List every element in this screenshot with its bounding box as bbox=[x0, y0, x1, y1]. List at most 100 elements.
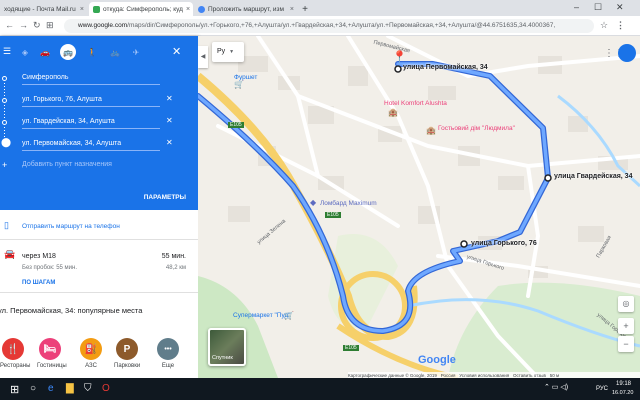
poi-supermarket-pud[interactable]: Супермаркет "Пуд" bbox=[233, 312, 291, 319]
hotel-icon[interactable]: 🏨 bbox=[388, 108, 398, 117]
flight-mode-icon[interactable]: ✈ bbox=[128, 44, 144, 60]
remove-waypoint-icon[interactable]: ✕ bbox=[166, 116, 173, 125]
remove-waypoint-icon[interactable]: ✕ bbox=[166, 138, 173, 147]
apps-grid-icon[interactable]: ⊞ bbox=[46, 20, 54, 31]
chevron-down-icon: ▼ bbox=[229, 49, 235, 55]
language-selector[interactable]: Ру ▼ bbox=[212, 42, 244, 62]
send-to-phone-row[interactable]: ▯ Отправить маршрут на телефон bbox=[0, 210, 198, 240]
start-icon[interactable]: ⊞ bbox=[10, 383, 19, 396]
browser-tab-mail[interactable]: ходящие - Почта Mail.ru × bbox=[0, 2, 88, 16]
tab-title: откуда: Симферополь; куд bbox=[103, 5, 183, 13]
parking-icon: P bbox=[116, 338, 138, 360]
clock-time[interactable]: 19:18 bbox=[616, 381, 631, 387]
send-to-phone-link[interactable]: Отправить маршрут на телефон bbox=[22, 223, 120, 230]
road-badge: Е105 bbox=[325, 212, 341, 218]
close-window-icon[interactable]: ✕ bbox=[616, 2, 624, 13]
close-icon[interactable]: × bbox=[77, 6, 84, 13]
url-host: www.google.com bbox=[78, 22, 128, 29]
bed-icon: 🛏 bbox=[39, 338, 61, 360]
parameters-button[interactable]: ПАРАМЕТРЫ bbox=[144, 194, 186, 201]
close-icon[interactable]: ✕ bbox=[172, 45, 181, 58]
pin-label-gorkogo[interactable]: улица Горького, 76 bbox=[471, 240, 537, 247]
zoom-out-button[interactable]: − bbox=[618, 336, 634, 352]
pawnshop-icon[interactable]: ◆ bbox=[310, 198, 316, 207]
my-location-icon[interactable]: ◎ bbox=[618, 296, 634, 312]
search-icon[interactable]: ○ bbox=[30, 383, 36, 394]
add-destination-button[interactable]: Добавить пункт назначения bbox=[22, 161, 160, 171]
star-icon[interactable]: ☆ bbox=[600, 20, 608, 31]
category-hotels[interactable]: 🛏 Гостиницы bbox=[37, 338, 67, 369]
waypoint-dot-icon bbox=[2, 120, 7, 125]
popular-places-section: ул. Первомайская, 34: популярные места 🍴… bbox=[0, 294, 198, 378]
category-more[interactable]: ••• Еще bbox=[155, 338, 181, 369]
car-mode-icon[interactable]: 🚗 bbox=[37, 44, 53, 60]
forward-icon[interactable]: → bbox=[19, 20, 28, 30]
folder-icon[interactable]: ▇ bbox=[66, 383, 74, 394]
poi-lombard[interactable]: Ломбард Maximum bbox=[320, 200, 377, 207]
tray-icons[interactable]: ⌃ ▭ ◁) bbox=[544, 383, 568, 391]
maximize-icon[interactable]: ☐ bbox=[594, 2, 602, 13]
waypoint-input-origin[interactable]: Симферополь bbox=[22, 74, 160, 85]
waypoint-input-2[interactable]: ул. Горького, 76, Алушта bbox=[22, 96, 160, 107]
shopping-cart-icon[interactable]: 🛒 bbox=[284, 311, 294, 320]
collapse-panel-button[interactable]: ◀ bbox=[198, 46, 208, 68]
best-route-mode-icon[interactable]: ◈ bbox=[17, 44, 33, 60]
tab-title: ходящие - Почта Mail.ru bbox=[4, 5, 76, 13]
add-icon[interactable]: + bbox=[2, 160, 7, 170]
road-badge: Е105 bbox=[228, 122, 244, 128]
category-gas-stations[interactable]: ⛽ АЗС bbox=[78, 338, 104, 369]
route-via: через М18 bbox=[22, 253, 56, 260]
store-icon[interactable]: ⛉ bbox=[84, 383, 92, 394]
browser-tab-maps[interactable]: откуда: Симферополь; куд × bbox=[89, 2, 193, 16]
poi-hotel-komfort[interactable]: Hotel Komfort Alushta bbox=[384, 100, 447, 107]
route-traffic-note: Без пробок: 55 мин. bbox=[22, 265, 78, 271]
walk-mode-icon[interactable]: 🚶 bbox=[84, 44, 100, 60]
satellite-toggle[interactable]: Спутник bbox=[208, 328, 246, 366]
browser-menu-icon[interactable]: ⋮ bbox=[616, 20, 625, 31]
address-bar[interactable]: www.google.com/maps/dir/Симферополь/ул.+… bbox=[64, 19, 594, 33]
step-by-step-link[interactable]: ПО ШАГАМ bbox=[22, 280, 55, 286]
poi-furshet[interactable]: Фуршет bbox=[234, 74, 257, 81]
category-label: Гостиницы bbox=[37, 363, 67, 369]
map-canvas[interactable]: 📍 улица Первомайская, 34 улица Гвардейск… bbox=[198, 36, 640, 378]
windows-taskbar: ⊞ ○ e ▇ ⛉ O ⌃ ▭ ◁) РУС 19:18 16.07.20 bbox=[0, 378, 640, 400]
avatar[interactable] bbox=[618, 44, 636, 62]
google-logo: Google bbox=[418, 354, 456, 366]
category-label: Еще bbox=[161, 363, 175, 369]
minimize-icon[interactable]: – bbox=[574, 2, 579, 12]
language-indicator[interactable]: РУС bbox=[596, 386, 608, 392]
popular-places-title: ул. Первомайская, 34: популярные места bbox=[0, 306, 143, 315]
category-parking[interactable]: P Парковки bbox=[114, 338, 140, 369]
pin-label-pervomayskaya[interactable]: улица Первомайская, 34 bbox=[403, 64, 488, 71]
edge-icon[interactable]: e bbox=[48, 383, 54, 394]
bike-mode-icon[interactable]: 🚲 bbox=[107, 44, 123, 60]
origin-dot-icon bbox=[2, 76, 7, 81]
remove-waypoint-icon[interactable]: ✕ bbox=[166, 94, 173, 103]
map-graphics bbox=[198, 36, 640, 378]
waypoint-input-3[interactable]: ул. Гвардейская, 34, Алушта bbox=[22, 118, 160, 129]
more-icon: ••• bbox=[157, 338, 179, 360]
gas-station-icon: ⛽ bbox=[80, 338, 102, 360]
waypoint-dot-icon bbox=[2, 98, 7, 103]
route-option-card[interactable]: 🚘 через М18 55 мин. Без пробок: 55 мин. … bbox=[0, 241, 198, 293]
back-icon[interactable]: ← bbox=[5, 20, 14, 30]
pin-label-gvardeyskaya[interactable]: улица Гвардейская, 34 bbox=[554, 173, 632, 180]
menu-icon[interactable]: ☰ bbox=[3, 46, 11, 57]
opera-icon[interactable]: O bbox=[102, 383, 110, 394]
close-icon[interactable]: × bbox=[183, 6, 190, 13]
close-icon[interactable]: × bbox=[287, 6, 294, 13]
reload-icon[interactable]: ↻ bbox=[33, 20, 41, 31]
zoom-in-button[interactable]: + bbox=[618, 318, 634, 334]
hotel-icon[interactable]: 🏨 bbox=[426, 126, 436, 135]
poi-guest-house[interactable]: Гостьовий дім "Людмила" bbox=[438, 125, 515, 132]
waypoint-input-destination[interactable]: ул. Первомайская, 34, Алушта bbox=[22, 140, 160, 151]
directions-header: ☰ ◈ 🚗 🚌 🚶 🚲 ✈ ✕ ⬤ + Симферополь ул. Горь… bbox=[0, 36, 198, 210]
category-restaurants[interactable]: 🍴 Рестораны bbox=[0, 338, 30, 369]
transit-mode-icon[interactable]: 🚌 bbox=[60, 44, 76, 60]
browser-tab-route[interactable]: Проложить маршрут, изм × bbox=[194, 2, 298, 16]
directions-panel: ☰ ◈ 🚗 🚌 🚶 🚲 ✈ ✕ ⬤ + Симферополь ул. Горь… bbox=[0, 36, 198, 378]
new-tab-button[interactable]: + bbox=[298, 2, 312, 16]
shopping-cart-icon[interactable]: 🛒 bbox=[234, 80, 244, 89]
clock-date[interactable]: 16.07.20 bbox=[612, 390, 633, 396]
satellite-label: Спутник bbox=[212, 355, 233, 361]
